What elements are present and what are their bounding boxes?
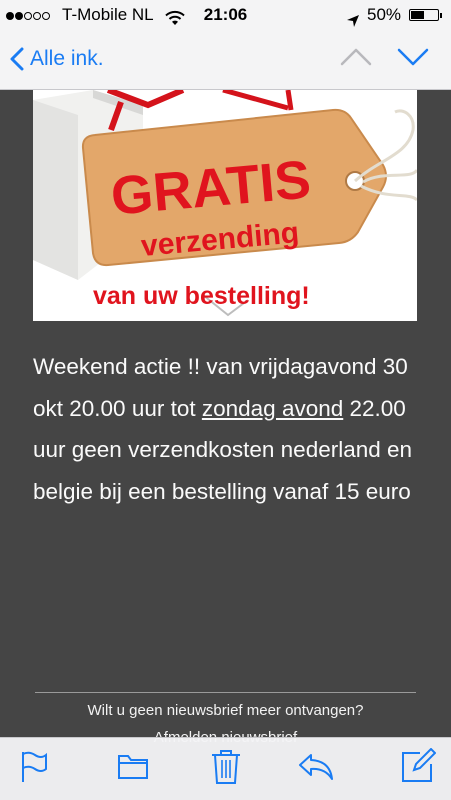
message-body: Weekend actie !! van vrijdagavond 30 okt… bbox=[33, 346, 418, 512]
battery-icon bbox=[409, 9, 442, 21]
flag-button[interactable] bbox=[19, 750, 49, 789]
flag-icon bbox=[22, 751, 47, 782]
back-button-label: Alle ink. bbox=[30, 47, 104, 70]
status-bar: T-Mobile NL 21:06 50% bbox=[0, 0, 451, 30]
footer-divider bbox=[35, 692, 416, 693]
folder-icon bbox=[118, 755, 148, 779]
next-message-button[interactable] bbox=[397, 47, 429, 72]
promo-caption: van uw bestelling! bbox=[93, 282, 310, 310]
chevron-down-icon bbox=[397, 48, 429, 66]
reply-button[interactable] bbox=[297, 751, 335, 786]
chevron-left-icon bbox=[10, 47, 24, 71]
compose-button[interactable] bbox=[400, 747, 437, 789]
unsubscribe-question: Wilt u geen nieuwsbrief meer ontvangen? bbox=[87, 702, 364, 719]
reply-icon bbox=[299, 754, 333, 780]
chevron-up-icon bbox=[340, 48, 372, 66]
delete-button[interactable] bbox=[211, 748, 241, 791]
date-link[interactable]: zondag avond bbox=[202, 396, 343, 421]
promo-banner-image[interactable]: GRATIS verzending van uw bestelling! bbox=[33, 90, 417, 321]
previous-message-button[interactable] bbox=[340, 47, 372, 72]
battery-percentage: 50% bbox=[367, 5, 402, 24]
move-to-folder-button[interactable] bbox=[117, 752, 149, 785]
gift-tag-illustration: GRATIS verzending van uw bestelling! bbox=[33, 90, 417, 317]
trash-icon bbox=[212, 750, 240, 784]
compose-icon bbox=[402, 747, 437, 782]
bottom-toolbar bbox=[0, 737, 451, 800]
back-button[interactable]: Alle ink. bbox=[10, 43, 104, 75]
navigation-bar: Alle ink. bbox=[0, 30, 451, 90]
